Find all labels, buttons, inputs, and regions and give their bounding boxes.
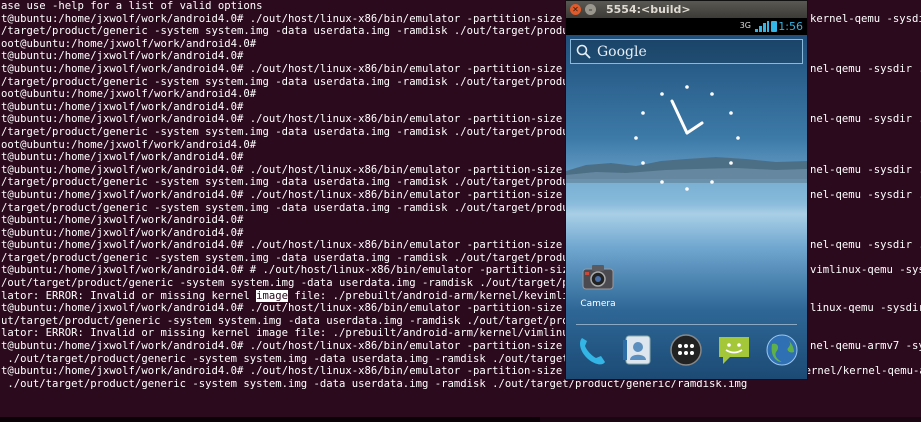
android-home-screen[interactable]: Google Camera — [566, 35, 807, 379]
terminal-line-text: t@ubuntu:/home/jxwolf/work/android4.0# #… — [1, 264, 607, 277]
terminal-line-tail: nel-qemu -sysdir ./ — [810, 188, 921, 201]
terminal-line-text: t@ubuntu:/home/jxwolf/work/android4.0# — [1, 50, 244, 63]
terminal-line-text: /target/product/generic -system system.i… — [1, 125, 607, 138]
terminal-line-text: ./out/target/product/generic -system sys… — [1, 352, 627, 365]
camera-label: Camera — [580, 299, 616, 309]
camera-icon — [582, 265, 614, 290]
terminal-line-text: lator: ERROR: Invalid or missing kernel — [1, 289, 257, 302]
terminal-bottom-bar — [0, 417, 921, 422]
terminal-line-segment: lator: ERROR: Invalid or missing kernel … — [1, 289, 607, 303]
terminal-line-text: /target/product/generic -system system.i… — [1, 75, 607, 88]
terminal-line-text: file: ./prebuilt/android-arm/kernel/kevi… — [288, 289, 607, 302]
terminal-line-text: oot@ubuntu:/home/jxwolf/work/android4.0# — [1, 88, 257, 101]
terminal-line-text: oot@ubuntu:/home/jxwolf/work/android4.0# — [1, 138, 257, 151]
terminal-line-tail: vimlinux-qemu -sysdir — [810, 264, 921, 277]
search-icon — [576, 44, 591, 59]
terminal-line-text: t@ubuntu:/home/jxwolf/work/android4.0# .… — [1, 163, 607, 176]
terminal-line-text: /target/product/generic -system system.i… — [1, 176, 607, 189]
terminal-line-text: /out/target/product/generic -system syst… — [1, 277, 607, 290]
terminal-line-text: /target/product/generic -system system.i… — [1, 201, 607, 214]
minimize-icon[interactable]: – — [585, 4, 596, 15]
phone-icon[interactable] — [574, 332, 610, 368]
dock-divider — [576, 324, 797, 325]
contacts-icon[interactable] — [620, 332, 656, 368]
emulator-titlebar[interactable]: ✕ – 5554:<build> — [566, 1, 807, 18]
terminal-line-text: t@ubuntu:/home/jxwolf/work/android4.0# — [1, 100, 244, 113]
terminal-line-text: oot@ubuntu:/home/jxwolf/work/android4.0# — [1, 37, 257, 50]
terminal-line-text: t@ubuntu:/home/jxwolf/work/android4.0# .… — [1, 62, 607, 75]
terminal-line-text: /target/product/generic -system system.i… — [1, 25, 607, 38]
terminal-line-text: t@ubuntu:/home/jxwolf/work/android4.0# — [1, 214, 244, 227]
terminal-line-text: lator: ERROR: Invalid or missing kernel … — [1, 327, 607, 340]
terminal-line-text: t@ubuntu:/home/jxwolf/work/android4.0# — [1, 151, 244, 164]
status-clock: 1:56 — [778, 20, 803, 33]
terminal-line-tail: nel-qemu -sysdir ./ — [810, 239, 921, 252]
terminal-line-tail: nel-qemu -sysdir ./ — [810, 62, 921, 75]
network-type: 3G — [739, 21, 751, 30]
google-search-bar[interactable]: Google — [570, 39, 803, 64]
terminal-line-tail: linux-qemu -sysdir — [810, 302, 921, 315]
emulator-window[interactable]: ✕ – 5554:<build> 3G 1:56 Google Camera — [565, 0, 808, 380]
analog-clock-widget[interactable] — [632, 83, 742, 193]
terminal-line-text: t@ubuntu:/home/jxwolf/work/android4.0# .… — [1, 188, 607, 201]
terminal-line-tail: nel-qemu-armv7 -sy — [810, 340, 921, 353]
terminal-line-text: /target/product/generic -system system.i… — [1, 251, 607, 264]
terminal-line-text: ase use -help for a list of valid option… — [1, 0, 263, 12]
selected-text: image — [256, 289, 289, 302]
terminal-line-text: t@ubuntu:/home/jxwolf/work/android4.0# .… — [1, 113, 607, 126]
terminal-line-tail: kernel-qemu -sysdir ./ — [810, 12, 921, 25]
camera-app-shortcut[interactable]: Camera — [578, 263, 618, 309]
terminal-line-text: t@ubuntu:/home/jxwolf/work/android4.0# .… — [1, 239, 607, 252]
battery-icon — [771, 21, 777, 32]
google-label: Google — [597, 43, 647, 60]
app-drawer-icon[interactable] — [668, 332, 704, 368]
terminal-line-tail: nel-qemu -sysdir ./ — [810, 113, 921, 126]
terminal-line-text: t@ubuntu:/home/jxwolf/work/android4.0# — [1, 226, 244, 239]
terminal-line-text: t@ubuntu:/home/jxwolf/work/android4.0# .… — [1, 302, 595, 315]
messaging-icon[interactable] — [716, 332, 752, 368]
signal-icon — [755, 21, 769, 32]
terminal-line-text: t@ubuntu:/home/jxwolf/work/android4.0# .… — [1, 12, 607, 25]
emulator-title: 5554:<build> — [606, 3, 691, 16]
terminal-line-tail: nel-qemu -sysdir ./ — [810, 163, 921, 176]
app-dock — [566, 332, 807, 372]
terminal-line-text: t@ubuntu:/home/jxwolf/work/android4.0# .… — [1, 340, 607, 353]
close-icon[interactable]: ✕ — [570, 4, 581, 15]
terminal-line-text: ut/target/product/generic -system system… — [1, 314, 607, 327]
android-status-bar: 3G 1:56 — [566, 18, 807, 35]
browser-icon[interactable] — [764, 332, 800, 368]
